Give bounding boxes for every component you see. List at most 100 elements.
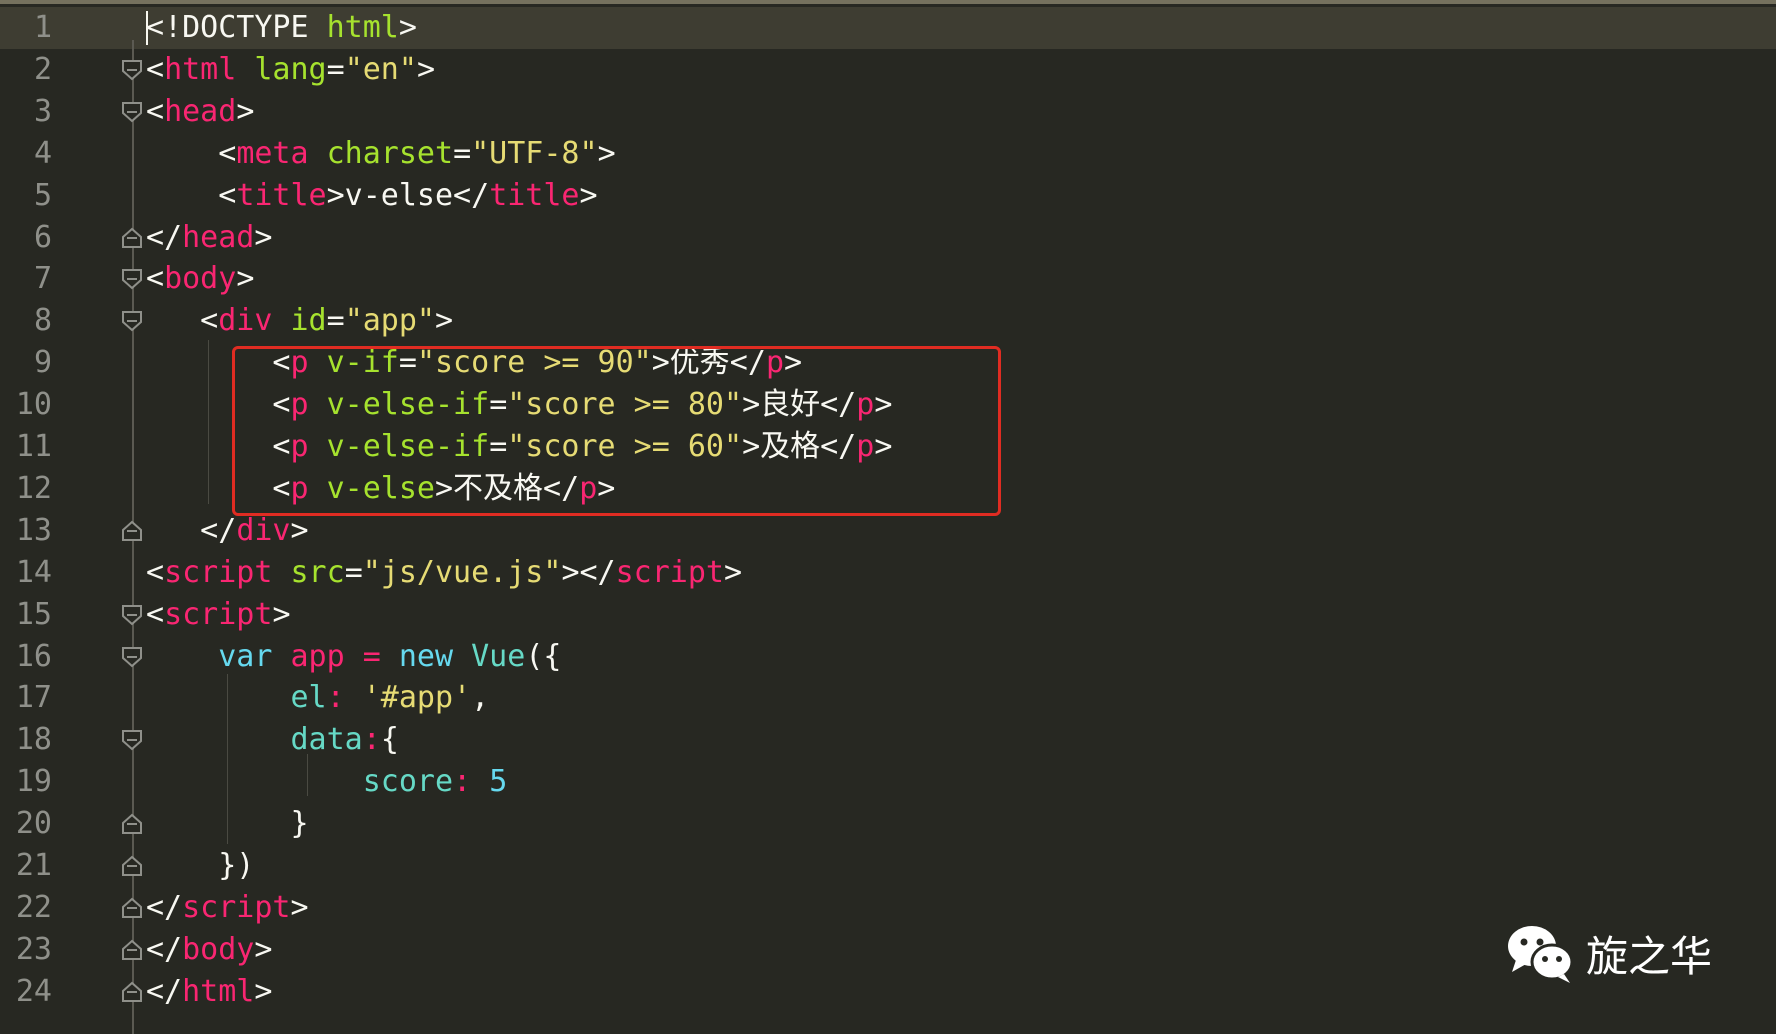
fold-open-icon[interactable] (121, 310, 143, 332)
code-token: > (579, 177, 598, 213)
code-line[interactable]: 3 <head> (0, 91, 1776, 133)
code-token: html (326, 10, 399, 45)
wechat-icon (1508, 926, 1574, 983)
code-text: <div id="app"> (146, 300, 453, 342)
code-line[interactable]: 14 <script src="js/vue.js"></script> (0, 552, 1776, 594)
code-token: el (290, 680, 327, 716)
code-token: app (290, 638, 345, 674)
code-token: html (182, 973, 255, 1009)
watermark-text: 旋之华 (1586, 931, 1713, 981)
code-text: </head> (146, 217, 272, 259)
line-number: 18 (15, 722, 52, 758)
code-line[interactable]: 7 <body> (0, 258, 1776, 300)
code-line[interactable]: 21 }) (0, 845, 1776, 887)
line-number: 7 (33, 261, 52, 297)
fold-open-icon[interactable] (121, 604, 143, 626)
fold-open-icon[interactable] (121, 101, 143, 123)
code-token: </ (146, 931, 183, 967)
line-number: 4 (33, 135, 52, 171)
fold-close-icon[interactable] (121, 520, 143, 542)
code-token: div (236, 512, 291, 548)
code-line[interactable]: 4 <meta charset="UTF-8"> (0, 133, 1776, 175)
code-token: > (398, 10, 417, 45)
code-token: "UTF-8" (471, 135, 598, 171)
code-text: <!DOCTYPE html> (146, 7, 417, 49)
code-line[interactable]: 1 <!DOCTYPE html> (0, 7, 1776, 49)
fold-open-icon[interactable] (121, 729, 143, 751)
fold-close-icon[interactable] (121, 813, 143, 835)
code-token: { (380, 722, 399, 758)
editor-top-border (0, 0, 1776, 4)
code-text: el: '#app', (146, 677, 490, 719)
fold-open-icon[interactable] (121, 268, 143, 290)
highlight-annotation-box (232, 346, 1001, 516)
code-text: </script> (146, 887, 309, 929)
code-line[interactable]: 18 data:{ (0, 719, 1776, 761)
line-number: 5 (33, 177, 52, 213)
code-text: } (146, 803, 309, 845)
code-line[interactable]: 8 <div id="app"> (0, 300, 1776, 342)
line-number: 20 (15, 806, 52, 842)
code-token: > (724, 554, 743, 590)
code-token: head (182, 219, 255, 255)
code-text: var app = new Vue({ (146, 636, 561, 678)
fold-close-icon[interactable] (121, 897, 143, 919)
code-line[interactable]: 17 el: '#app', (0, 677, 1776, 719)
text-cursor (146, 11, 148, 45)
line-number: 8 (33, 303, 52, 339)
code-token: < (146, 177, 237, 213)
line-number: 2 (33, 51, 52, 87)
code-token: "js/vue.js" (362, 554, 562, 590)
code-token: < (146, 135, 237, 171)
code-line[interactable]: 2 <html lang="en"> (0, 49, 1776, 91)
code-token: div (218, 303, 273, 339)
fold-close-icon[interactable] (121, 855, 143, 877)
fold-close-icon[interactable] (121, 939, 143, 961)
code-line[interactable]: 16 var app = new Vue({ (0, 636, 1776, 678)
code-token: ></ (561, 554, 616, 590)
code-token: > (597, 135, 616, 171)
fold-close-icon[interactable] (121, 227, 143, 249)
code-token: head (164, 93, 237, 129)
code-token: }) (146, 848, 255, 883)
line-number: 13 (15, 512, 52, 548)
code-token: = (453, 135, 472, 171)
code-token: meta (236, 135, 309, 171)
code-token: body (164, 261, 237, 297)
code-token: </ (146, 512, 237, 548)
fold-open-icon[interactable] (121, 646, 143, 668)
code-token: = (362, 638, 381, 674)
code-token: title (236, 177, 327, 213)
code-text: <head> (146, 91, 254, 133)
code-token: = (326, 51, 345, 87)
fold-open-icon[interactable] (121, 59, 143, 81)
code-token: '#app' (362, 680, 472, 716)
code-text: <title>v-else</title> (146, 175, 598, 217)
code-token: < (146, 303, 219, 339)
code-token: script (164, 596, 273, 632)
code-line[interactable]: 15 <script> (0, 594, 1776, 636)
code-line[interactable]: 20 } (0, 803, 1776, 845)
code-token: score (362, 764, 454, 800)
code-text: <html lang="en"> (146, 49, 435, 91)
code-line[interactable]: 6 </head> (0, 217, 1776, 259)
code-line[interactable]: 5 <title>v-else</title> (0, 175, 1776, 217)
code-line[interactable]: 13 </div> (0, 510, 1776, 552)
fold-close-icon[interactable] (121, 981, 143, 1003)
code-token: > (254, 973, 273, 1009)
code-token: } (146, 806, 309, 842)
code-editor[interactable]: 1 <!DOCTYPE html> 2 <html lang="en"> 3 <head>… (0, 0, 1776, 1034)
line-number: 19 (15, 764, 52, 800)
line-number: 16 (15, 638, 52, 674)
code-token: >v-else</ (326, 177, 490, 213)
code-token: : (453, 764, 472, 800)
code-line[interactable]: 19 score: 5 (0, 761, 1776, 803)
code-token: <!DOCTYPE (146, 10, 327, 45)
code-token: > (435, 303, 454, 339)
